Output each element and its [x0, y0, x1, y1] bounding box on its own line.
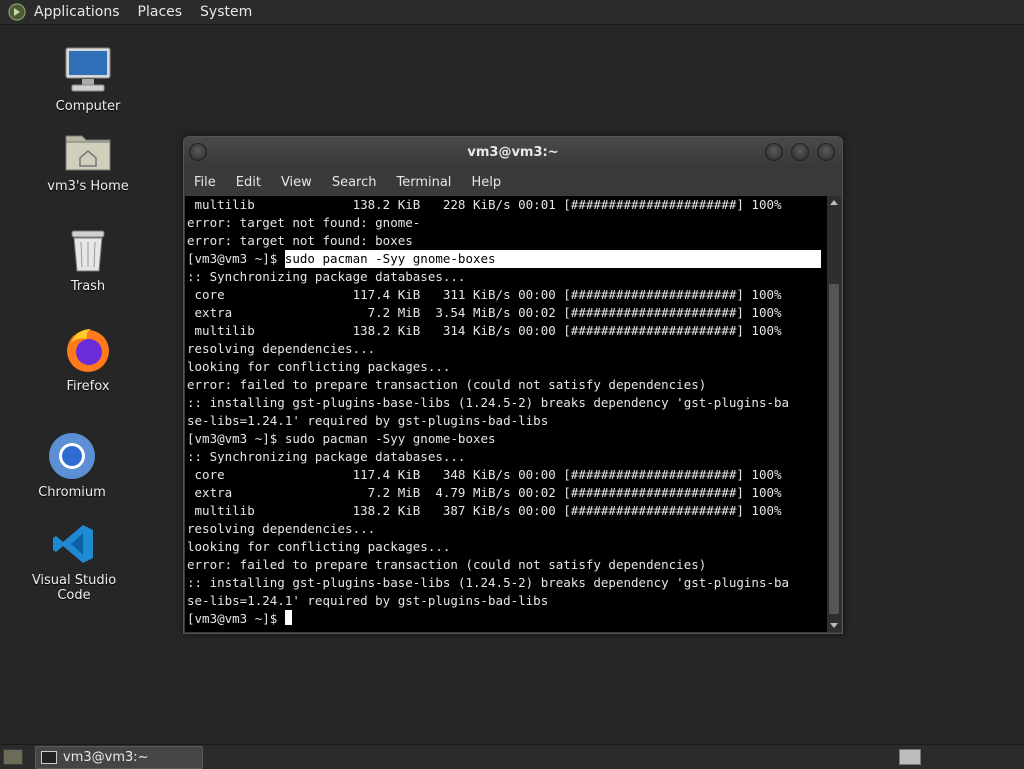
terminal-line: [vm3@vm3 ~]$	[187, 610, 828, 628]
menu-search[interactable]: Search	[322, 175, 387, 190]
top-panel: Applications Places System	[0, 0, 1024, 25]
taskbar-item-terminal[interactable]: vm3@vm3:~	[35, 746, 203, 769]
terminal-line-text: error: target not found: boxes	[187, 233, 413, 248]
menu-help[interactable]: Help	[461, 175, 511, 190]
show-desktop-button[interactable]	[3, 749, 23, 765]
terminal-line-text: :: Synchronizing package databases...	[187, 449, 466, 464]
terminal-line-text: extra 7.2 MiB 3.54 MiB/s 00:02 [########…	[187, 305, 782, 320]
applications-menu[interactable]: Applications	[34, 4, 120, 20]
menu-terminal[interactable]: Terminal	[386, 175, 461, 190]
scrollbar-thumb[interactable]	[829, 284, 839, 614]
menu-file[interactable]: File	[184, 175, 226, 190]
terminal-line-text: :: installing gst-plugins-base-libs (1.2…	[187, 575, 790, 590]
selected-command: sudo pacman -Syy gnome-boxes	[284, 250, 821, 268]
terminal-line: :: installing gst-plugins-base-libs (1.2…	[187, 574, 828, 592]
maximize-button[interactable]	[791, 143, 809, 161]
bottom-panel: vm3@vm3:~	[0, 744, 1024, 769]
terminal-scrollbar[interactable]	[827, 196, 841, 632]
desktop-icon-label: Firefox	[66, 379, 110, 394]
terminal-line: extra 7.2 MiB 3.54 MiB/s 00:02 [########…	[187, 304, 828, 322]
scroll-down-arrow-icon[interactable]	[830, 623, 838, 628]
terminal-line: core 117.4 KiB 311 KiB/s 00:00 [########…	[187, 286, 828, 304]
menu-edit[interactable]: Edit	[226, 175, 271, 190]
desktop-icon-chromium[interactable]: Chromium	[17, 430, 127, 500]
terminal-line: se-libs=1.24.1' required by gst-plugins-…	[187, 412, 828, 430]
desktop-icon-home[interactable]: vm3's Home	[33, 124, 143, 194]
terminal-line-text: core 117.4 KiB 311 KiB/s 00:00 [########…	[187, 287, 782, 302]
desktop-icon-label: vm3's Home	[47, 179, 129, 194]
computer-icon	[33, 44, 143, 96]
terminal-line-text: extra 7.2 MiB 4.79 MiB/s 00:02 [########…	[187, 485, 782, 500]
terminal-line-text: [vm3@vm3 ~]$ sudo pacman -Syy gnome-boxe…	[187, 431, 496, 446]
terminal-line-text: resolving dependencies...	[187, 341, 376, 356]
desktop-icon-trash[interactable]: Trash	[33, 224, 143, 294]
terminal-line-text: looking for conflicting packages...	[187, 539, 451, 554]
text-cursor	[284, 610, 292, 625]
scroll-up-arrow-icon[interactable]	[830, 200, 838, 205]
desktop-icon-label: Computer	[55, 99, 121, 114]
terminal-line: multilib 138.2 KiB 387 KiB/s 00:00 [####…	[187, 502, 828, 520]
desktop-icon-label: Chromium	[38, 485, 106, 500]
terminal-line: resolving dependencies...	[187, 520, 828, 538]
terminal-line: :: Synchronizing package databases...	[187, 268, 828, 286]
terminal-line-text: se-libs=1.24.1' required by gst-plugins-…	[187, 593, 549, 608]
terminal-window[interactable]: vm3@vm3:~ File Edit View Search Terminal…	[183, 136, 843, 634]
terminal-line-text: multilib 138.2 KiB 228 KiB/s 00:01 [####…	[187, 197, 782, 212]
desktop-icon-vscode[interactable]: Visual Studio Code	[19, 518, 129, 603]
terminal-line-text: error: failed to prepare transaction (co…	[187, 377, 707, 392]
terminal-line: looking for conflicting packages...	[187, 538, 828, 556]
terminal-menubar: File Edit View Search Terminal Help	[184, 168, 842, 196]
desktop-icon-firefox[interactable]: Firefox	[33, 324, 143, 394]
terminal-line-text: :: installing gst-plugins-base-libs (1.2…	[187, 395, 790, 410]
terminal-line-text: core 117.4 KiB 348 KiB/s 00:00 [########…	[187, 467, 782, 482]
places-menu[interactable]: Places	[138, 4, 183, 20]
close-button[interactable]	[817, 143, 835, 161]
home-folder-icon	[33, 124, 143, 176]
terminal-line: error: failed to prepare transaction (co…	[187, 376, 828, 394]
terminal-line-text: [vm3@vm3 ~]$	[187, 251, 285, 266]
taskbar-item-label: vm3@vm3:~	[63, 750, 149, 765]
terminal-icon	[41, 751, 57, 764]
terminal-line-text: [vm3@vm3 ~]$	[187, 611, 285, 626]
terminal-line-text: error: target not found: gnome-	[187, 215, 421, 230]
vscode-icon	[19, 518, 129, 570]
terminal-line: multilib 138.2 KiB 314 KiB/s 00:00 [####…	[187, 322, 828, 340]
terminal-line: resolving dependencies...	[187, 340, 828, 358]
desktop-icon-computer[interactable]: Computer	[33, 44, 143, 114]
firefox-icon	[33, 324, 143, 376]
terminal-line: :: installing gst-plugins-base-libs (1.2…	[187, 394, 828, 412]
terminal-line: multilib 138.2 KiB 228 KiB/s 00:01 [####…	[187, 196, 828, 214]
terminal-line: error: target not found: gnome-	[187, 214, 828, 232]
desktop-icon-label: Trash	[70, 279, 106, 294]
window-titlebar[interactable]: vm3@vm3:~	[184, 137, 842, 168]
terminal-line-text: error: failed to prepare transaction (co…	[187, 557, 707, 572]
terminal-line: se-libs=1.24.1' required by gst-plugins-…	[187, 592, 828, 610]
terminal-output[interactable]: multilib 138.2 KiB 228 KiB/s 00:01 [####…	[185, 196, 828, 632]
distro-logo-icon[interactable]	[6, 1, 28, 23]
terminal-line-text: resolving dependencies...	[187, 521, 376, 536]
terminal-line-text: multilib 138.2 KiB 387 KiB/s 00:00 [####…	[187, 503, 782, 518]
menu-view[interactable]: View	[271, 175, 322, 190]
terminal-line-text: se-libs=1.24.1' required by gst-plugins-…	[187, 413, 549, 428]
terminal-line: core 117.4 KiB 348 KiB/s 00:00 [########…	[187, 466, 828, 484]
workspace-switcher[interactable]	[899, 749, 921, 765]
terminal-line: :: Synchronizing package databases...	[187, 448, 828, 466]
terminal-line-text: :: Synchronizing package databases...	[187, 269, 466, 284]
terminal-line: error: target not found: boxes	[187, 232, 828, 250]
terminal-line: extra 7.2 MiB 4.79 MiB/s 00:02 [########…	[187, 484, 828, 502]
desktop-icon-label: Visual Studio Code	[31, 573, 117, 603]
minimize-button[interactable]	[765, 143, 783, 161]
terminal-line-text: multilib 138.2 KiB 314 KiB/s 00:00 [####…	[187, 323, 782, 338]
trash-icon	[33, 224, 143, 276]
system-menu[interactable]: System	[200, 4, 252, 20]
terminal-line: [vm3@vm3 ~]$ sudo pacman -Syy gnome-boxe…	[187, 430, 828, 448]
chromium-icon	[17, 430, 127, 482]
window-title: vm3@vm3:~	[467, 145, 559, 160]
terminal-line: looking for conflicting packages...	[187, 358, 828, 376]
terminal-line-text: looking for conflicting packages...	[187, 359, 451, 374]
terminal-line: [vm3@vm3 ~]$ sudo pacman -Syy gnome-boxe…	[187, 250, 828, 268]
terminal-line: error: failed to prepare transaction (co…	[187, 556, 828, 574]
